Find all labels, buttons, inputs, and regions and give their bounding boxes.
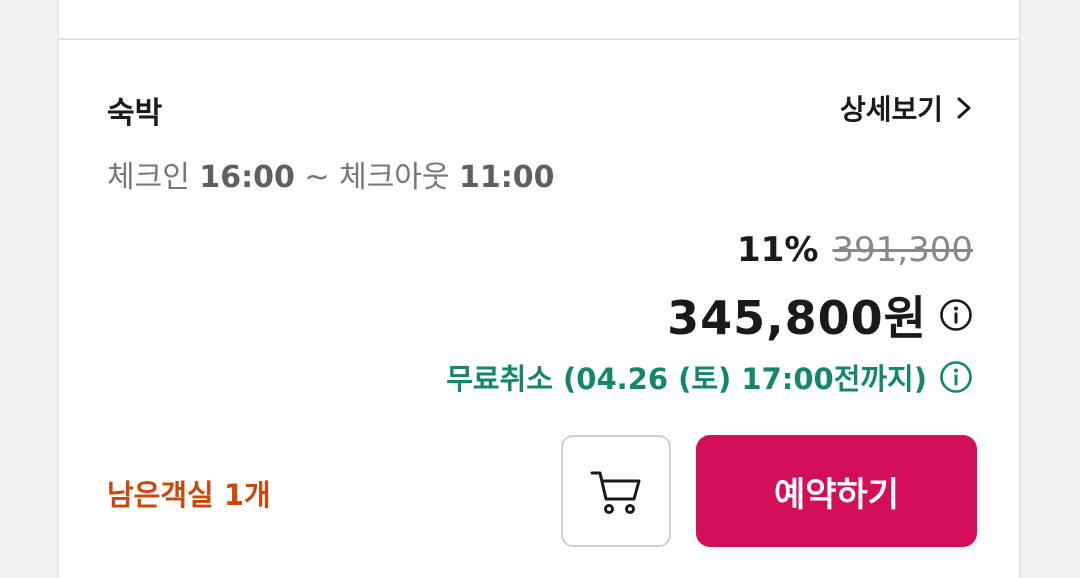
- checkin-label: 체크인: [107, 160, 190, 195]
- add-to-cart-button[interactable]: [561, 435, 671, 547]
- previous-card: [57, 0, 1021, 38]
- stay-type-title: 숙박: [107, 96, 163, 131]
- free-cancel-row[interactable]: 무료취소 (04.26 (토) 17:00전까지): [446, 356, 973, 398]
- book-button[interactable]: 예약하기: [696, 435, 977, 547]
- rooms-left-badge: 남은객실 1개: [107, 478, 271, 512]
- checkout-time: 11:00: [459, 160, 555, 195]
- final-price: 345,800원: [667, 291, 927, 345]
- price-row: 345,800원: [667, 282, 973, 348]
- info-icon[interactable]: [939, 298, 973, 332]
- room-option-card: 숙박 상세보기 체크인 16:00 ~ 체크아웃 11:00 11% 391,3…: [57, 38, 1021, 578]
- checkin-time: 16:00: [199, 160, 295, 195]
- detail-label: 상세보기: [839, 93, 943, 126]
- free-cancel-text: 무료취소 (04.26 (토) 17:00전까지): [446, 362, 927, 396]
- checkout-label: 체크아웃: [339, 160, 450, 195]
- info-icon: [940, 361, 972, 393]
- time-separator: ~: [304, 160, 330, 195]
- cart-icon: [590, 471, 641, 514]
- checkin-checkout-times: 체크인 16:00 ~ 체크아웃 11:00: [107, 152, 555, 196]
- detail-link[interactable]: 상세보기: [840, 88, 973, 128]
- chevron-right-icon: [957, 97, 971, 119]
- original-price: 391,300: [832, 230, 973, 270]
- discount-rate: 11%: [737, 230, 819, 270]
- discount-row: 11% 391,300: [737, 230, 973, 270]
